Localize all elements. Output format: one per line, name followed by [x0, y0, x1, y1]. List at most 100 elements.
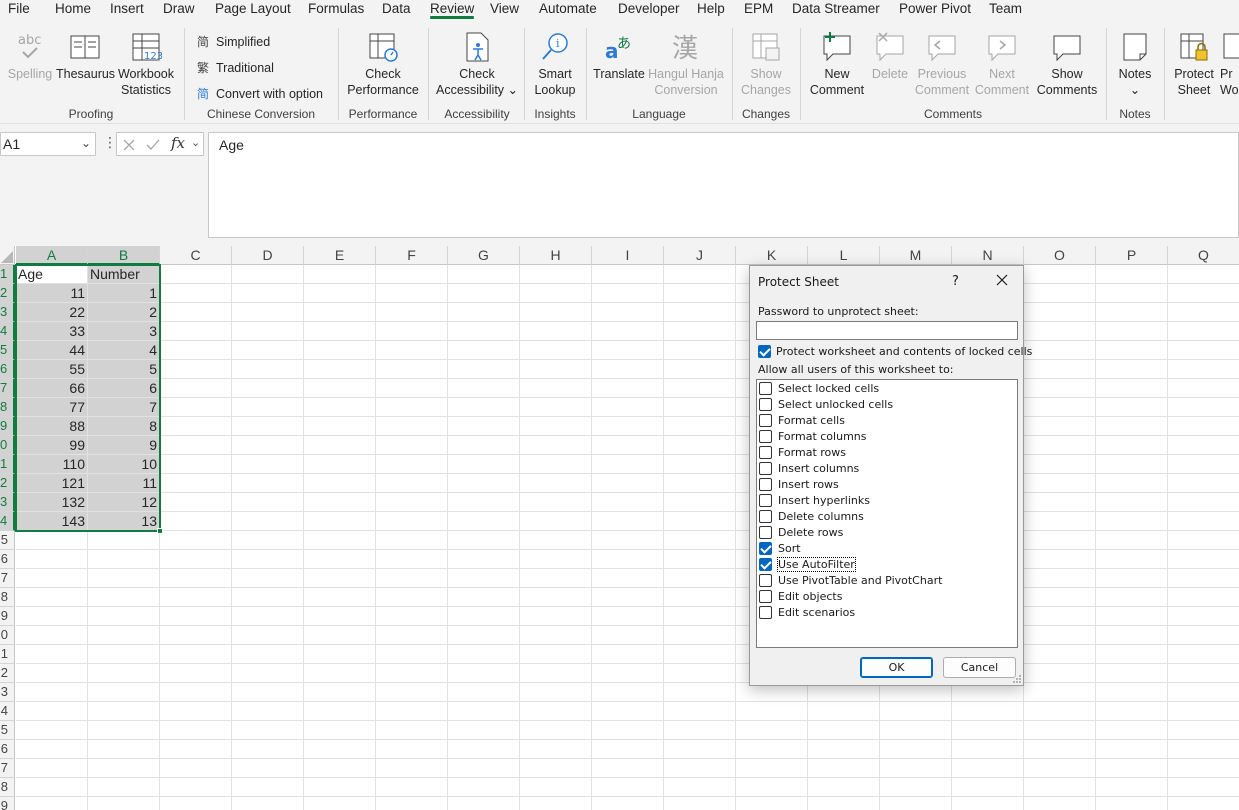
cell[interactable]	[808, 721, 880, 740]
cell[interactable]	[1168, 626, 1239, 645]
cell[interactable]	[664, 284, 736, 303]
cell[interactable]	[448, 645, 520, 664]
cell[interactable]	[232, 455, 304, 474]
formula-input[interactable]: Age	[208, 132, 1239, 238]
cell[interactable]	[592, 493, 664, 512]
cell[interactable]	[448, 759, 520, 778]
cell[interactable]	[376, 740, 448, 759]
cell[interactable]	[952, 797, 1024, 810]
cell[interactable]	[448, 265, 520, 284]
cell[interactable]	[376, 398, 448, 417]
cell[interactable]	[376, 474, 448, 493]
cell[interactable]	[376, 455, 448, 474]
cell[interactable]	[1024, 683, 1096, 702]
permissions-list[interactable]: Select locked cells Select unlocked cells…	[756, 379, 1018, 648]
cell[interactable]	[448, 474, 520, 493]
cell[interactable]	[16, 721, 88, 740]
row-header[interactable]: 1	[0, 265, 15, 284]
column-header-a[interactable]: A	[16, 246, 88, 265]
cell[interactable]	[1024, 721, 1096, 740]
cell[interactable]	[808, 759, 880, 778]
column-header-g[interactable]: G	[448, 246, 520, 265]
cell[interactable]	[1096, 417, 1168, 436]
cell[interactable]	[160, 588, 232, 607]
cell[interactable]	[160, 569, 232, 588]
cell[interactable]	[1096, 645, 1168, 664]
cell[interactable]	[520, 702, 592, 721]
cell[interactable]	[16, 797, 88, 810]
column-header-j[interactable]: J	[664, 246, 736, 265]
cell[interactable]	[952, 778, 1024, 797]
cell[interactable]	[88, 759, 160, 778]
cell[interactable]: 10	[88, 455, 160, 474]
cell[interactable]	[592, 740, 664, 759]
cell[interactable]	[664, 379, 736, 398]
column-header-p[interactable]: P	[1096, 246, 1168, 265]
cell[interactable]	[1168, 417, 1239, 436]
permission-checkbox[interactable]	[759, 446, 772, 459]
cell[interactable]	[520, 284, 592, 303]
cell[interactable]	[736, 778, 808, 797]
cell[interactable]	[304, 379, 376, 398]
tab-power-pivot[interactable]: Power Pivot	[899, 1, 971, 16]
cell[interactable]	[88, 607, 160, 626]
cell[interactable]	[664, 797, 736, 810]
cell[interactable]	[448, 531, 520, 550]
cell[interactable]	[664, 721, 736, 740]
cell[interactable]	[592, 778, 664, 797]
cell[interactable]	[808, 702, 880, 721]
cell[interactable]: 55	[16, 360, 88, 379]
cell[interactable]	[664, 702, 736, 721]
cell[interactable]	[1168, 341, 1239, 360]
cell[interactable]	[664, 455, 736, 474]
cell[interactable]	[1024, 512, 1096, 531]
cell[interactable]	[592, 797, 664, 810]
help-button[interactable]: ?	[952, 274, 959, 289]
cell[interactable]	[592, 341, 664, 360]
cell[interactable]	[1168, 664, 1239, 683]
permission-option[interactable]: Format cells	[757, 413, 1015, 429]
cell[interactable]: 9	[88, 436, 160, 455]
column-header-k[interactable]: K	[736, 246, 808, 265]
cell[interactable]	[664, 683, 736, 702]
cell[interactable]	[88, 531, 160, 550]
cell[interactable]	[376, 626, 448, 645]
cell[interactable]: 2	[88, 303, 160, 322]
cell[interactable]	[1096, 797, 1168, 810]
cell[interactable]	[520, 379, 592, 398]
cell[interactable]	[448, 797, 520, 810]
row-header[interactable]: 5	[0, 531, 15, 550]
chevron-down-icon[interactable]: ⌄	[81, 136, 91, 150]
cell[interactable]	[664, 778, 736, 797]
cell[interactable]	[664, 607, 736, 626]
cell[interactable]	[376, 702, 448, 721]
cell[interactable]	[160, 759, 232, 778]
check-accessibility-button[interactable]: Check Accessibility ⌄	[434, 30, 520, 98]
cell[interactable]	[232, 512, 304, 531]
column-header-q[interactable]: Q	[1168, 246, 1239, 265]
cell[interactable]	[448, 683, 520, 702]
cell[interactable]	[88, 740, 160, 759]
tab-automate[interactable]: Automate	[539, 1, 597, 16]
row-header[interactable]: 4	[0, 322, 15, 341]
cell[interactable]	[520, 265, 592, 284]
cell[interactable]	[88, 778, 160, 797]
traditional-button[interactable]: 繁 Traditional	[196, 59, 274, 75]
column-header-n[interactable]: N	[952, 246, 1024, 265]
cell[interactable]	[520, 417, 592, 436]
cell[interactable]	[1024, 436, 1096, 455]
cell[interactable]	[1096, 569, 1168, 588]
permission-checkbox[interactable]	[759, 414, 772, 427]
cell[interactable]	[232, 683, 304, 702]
cell[interactable]	[1024, 664, 1096, 683]
cell[interactable]	[1024, 474, 1096, 493]
check-performance-button[interactable]: Check Performance	[346, 30, 420, 98]
cell[interactable]: 6	[88, 379, 160, 398]
permission-checkbox[interactable]	[759, 510, 772, 523]
cell[interactable]	[16, 645, 88, 664]
row-header[interactable]: 0	[0, 626, 15, 645]
cell[interactable]: 110	[16, 455, 88, 474]
smart-lookup-button[interactable]: i Smart Lookup	[528, 30, 582, 98]
permission-option[interactable]: Use AutoFilter	[757, 557, 1015, 573]
cell[interactable]	[1024, 322, 1096, 341]
